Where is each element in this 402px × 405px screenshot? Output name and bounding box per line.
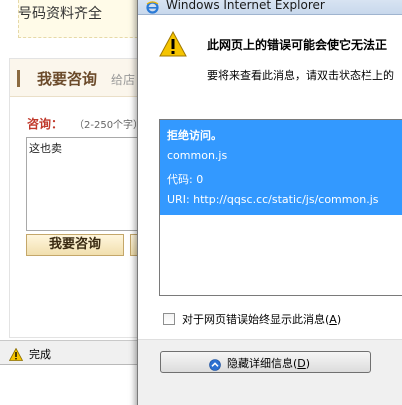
error-code: 代码: 0: [167, 173, 204, 186]
screen: 号码资料齐全 我要咨询 给店 咨询： （2-250个字） 这也卖 我要咨询 完成: [0, 0, 402, 405]
always-show-checkbox[interactable]: [163, 313, 175, 325]
consult-field-label: 咨询：: [27, 117, 64, 131]
browser-page: 号码资料齐全 我要咨询 给店 咨询： （2-250个字） 这也卖 我要咨询 完成: [0, 0, 150, 368]
consult-textarea[interactable]: 这也卖: [26, 137, 150, 231]
dialog-subtext: 要将来查看此消息，请双击状态栏上的: [207, 69, 394, 82]
header-accent-bar: [17, 70, 20, 87]
dialog-titlebar[interactable]: Windows Internet Explorer: [138, 0, 402, 15]
phone-info-text: 号码资料齐全: [18, 6, 102, 22]
dialog-title: Windows Internet Explorer: [166, 0, 325, 12]
consult-field-hint: （2-250个字）: [74, 120, 144, 131]
error-details-selection: 拒绝访问。 common.js 代码: 0 URI: http://qqsc.c…: [160, 120, 402, 215]
hide-details-button[interactable]: 隐藏详细信息(D): [160, 351, 371, 373]
error-uri: URI: http://qqsc.cc/static/js/common.js: [167, 193, 379, 206]
always-show-label[interactable]: 对于网页错误始终显示此消息(A): [182, 311, 341, 327]
consult-header: 我要咨询 给店: [10, 59, 150, 97]
status-text: 完成: [29, 348, 51, 361]
status-bar: 完成: [0, 340, 140, 365]
internet-explorer-icon: [146, 0, 159, 14]
hide-details-label: 隐藏详细信息(D): [227, 357, 311, 370]
consult-title-extra: 给店: [111, 73, 136, 87]
ie-error-dialog: Windows Internet Explorer 此网页上的错误可能会使它无法…: [137, 0, 402, 405]
consult-submit-button[interactable]: 我要咨询: [26, 234, 124, 256]
consult-panel: 我要咨询 给店 咨询： （2-250个字） 这也卖 我要咨询: [9, 58, 150, 338]
dialog-button-strip: 隐藏详细信息(D): [138, 339, 402, 405]
error-file: common.js: [167, 149, 228, 162]
warning-icon[interactable]: [8, 346, 24, 361]
error-message: 拒绝访问。: [167, 129, 222, 142]
chevron-up-icon: [209, 356, 221, 371]
warning-icon: [159, 30, 187, 57]
dialog-heading: 此网页上的错误可能会使它无法正: [207, 38, 388, 52]
consult-title: 我要咨询: [37, 70, 98, 88]
error-details-box[interactable]: 拒绝访问。 common.js 代码: 0 URI: http://qqsc.c…: [159, 119, 402, 296]
